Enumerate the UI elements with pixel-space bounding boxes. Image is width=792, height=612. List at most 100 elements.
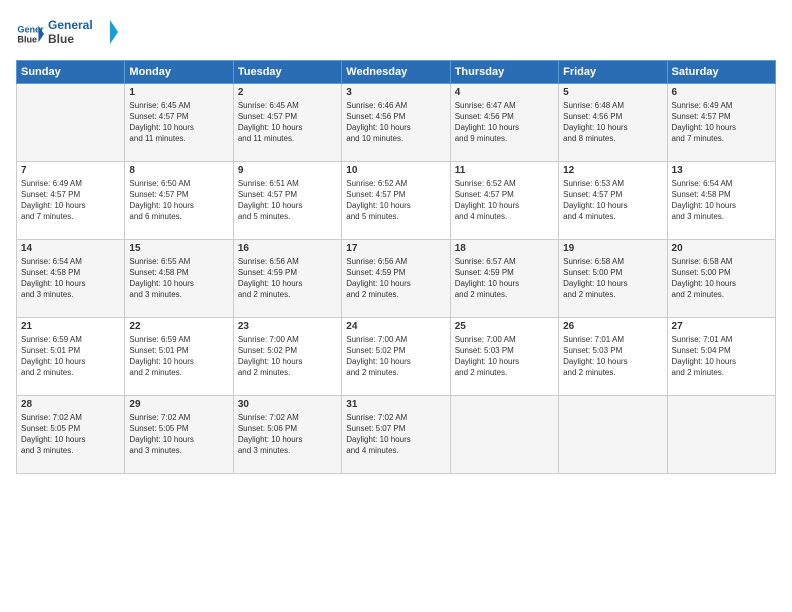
day-cell: [559, 395, 667, 473]
week-row-3: 14 Sunrise: 6:54 AM Sunset: 4:58 PM Dayli…: [17, 239, 776, 317]
day-info: Sunrise: 7:00 AM Sunset: 5:02 PM Dayligh…: [346, 334, 445, 379]
header-row: SundayMondayTuesdayWednesdayThursdayFrid…: [17, 60, 776, 83]
day-number: 15: [129, 243, 228, 254]
day-info: Sunrise: 6:56 AM Sunset: 4:59 PM Dayligh…: [238, 256, 337, 301]
day-cell: 23 Sunrise: 7:00 AM Sunset: 5:02 PM Dayli…: [233, 317, 341, 395]
day-cell: 10Sunrise: 6:52 AM Sunset: 4:57 PM Dayli…: [342, 161, 450, 239]
day-info: Sunrise: 6:45 AM Sunset: 4:57 PM Dayligh…: [238, 100, 337, 145]
day-info: Sunrise: 6:49 AM Sunset: 4:57 PM Dayligh…: [672, 100, 771, 145]
week-row-5: 28 Sunrise: 7:02 AM Sunset: 5:05 PM Dayli…: [17, 395, 776, 473]
day-number: 24: [346, 321, 445, 332]
day-info: Sunrise: 6:52 AM Sunset: 4:57 PM Dayligh…: [346, 178, 445, 223]
day-cell: 12Sunrise: 6:53 AM Sunset: 4:57 PM Dayli…: [559, 161, 667, 239]
day-number: 22: [129, 321, 228, 332]
day-info: Sunrise: 7:00 AM Sunset: 5:03 PM Dayligh…: [455, 334, 554, 379]
day-cell: 27Sunrise: 7:01 AM Sunset: 5:04 PM Dayli…: [667, 317, 775, 395]
day-info: Sunrise: 7:02 AM Sunset: 5:05 PM Dayligh…: [129, 412, 228, 457]
day-number: 18: [455, 243, 554, 254]
day-info: Sunrise: 6:54 AM Sunset: 4:58 PM Dayligh…: [21, 256, 120, 301]
day-number: 9: [238, 165, 337, 176]
day-number: 30: [238, 399, 337, 410]
page-container: General Blue General Blue SundayMondayTu…: [0, 0, 792, 482]
day-info: Sunrise: 6:45 AM Sunset: 4:57 PM Dayligh…: [129, 100, 228, 145]
day-number: 17: [346, 243, 445, 254]
day-info: Sunrise: 6:55 AM Sunset: 4:58 PM Dayligh…: [129, 256, 228, 301]
svg-text:General: General: [48, 18, 93, 32]
day-cell: [450, 395, 558, 473]
day-number: 25: [455, 321, 554, 332]
day-number: 6: [672, 87, 771, 98]
day-cell: 4 Sunrise: 6:47 AM Sunset: 4:56 PM Daylig…: [450, 83, 558, 161]
day-info: Sunrise: 7:01 AM Sunset: 5:03 PM Dayligh…: [563, 334, 662, 379]
week-row-2: 7 Sunrise: 6:49 AM Sunset: 4:57 PM Daylig…: [17, 161, 776, 239]
day-number: 8: [129, 165, 228, 176]
day-number: 29: [129, 399, 228, 410]
day-cell: 24 Sunrise: 7:00 AM Sunset: 5:02 PM Dayli…: [342, 317, 450, 395]
day-number: 2: [238, 87, 337, 98]
day-cell: 8 Sunrise: 6:50 AM Sunset: 4:57 PM Daylig…: [125, 161, 233, 239]
day-cell: 16Sunrise: 6:56 AM Sunset: 4:59 PM Dayli…: [233, 239, 341, 317]
day-number: 3: [346, 87, 445, 98]
week-row-4: 21 Sunrise: 6:59 AM Sunset: 5:01 PM Dayli…: [17, 317, 776, 395]
day-info: Sunrise: 6:59 AM Sunset: 5:01 PM Dayligh…: [129, 334, 228, 379]
day-cell: 2 Sunrise: 6:45 AM Sunset: 4:57 PM Daylig…: [233, 83, 341, 161]
day-cell: 19 Sunrise: 6:58 AM Sunset: 5:00 PM Dayli…: [559, 239, 667, 317]
day-info: Sunrise: 6:48 AM Sunset: 4:56 PM Dayligh…: [563, 100, 662, 145]
day-number: 1: [129, 87, 228, 98]
day-cell: 17Sunrise: 6:56 AM Sunset: 4:59 PM Dayli…: [342, 239, 450, 317]
day-cell: 31 Sunrise: 7:02 AM Sunset: 5:07 PM Dayli…: [342, 395, 450, 473]
day-cell: 18 Sunrise: 6:57 AM Sunset: 4:59 PM Dayli…: [450, 239, 558, 317]
day-number: 11: [455, 165, 554, 176]
day-cell: 15 Sunrise: 6:55 AM Sunset: 4:58 PM Dayli…: [125, 239, 233, 317]
day-cell: 20 Sunrise: 6:58 AM Sunset: 5:00 PM Dayli…: [667, 239, 775, 317]
day-number: 20: [672, 243, 771, 254]
day-cell: 7 Sunrise: 6:49 AM Sunset: 4:57 PM Daylig…: [17, 161, 125, 239]
day-cell: 11 Sunrise: 6:52 AM Sunset: 4:57 PM Dayli…: [450, 161, 558, 239]
col-header-monday: Monday: [125, 60, 233, 83]
logo: General Blue General Blue: [16, 16, 118, 52]
day-number: 21: [21, 321, 120, 332]
day-info: Sunrise: 6:47 AM Sunset: 4:56 PM Dayligh…: [455, 100, 554, 145]
day-number: 12: [563, 165, 662, 176]
day-number: 14: [21, 243, 120, 254]
day-number: 28: [21, 399, 120, 410]
day-cell: [17, 83, 125, 161]
day-info: Sunrise: 6:59 AM Sunset: 5:01 PM Dayligh…: [21, 334, 120, 379]
day-info: Sunrise: 7:00 AM Sunset: 5:02 PM Dayligh…: [238, 334, 337, 379]
day-info: Sunrise: 6:58 AM Sunset: 5:00 PM Dayligh…: [563, 256, 662, 301]
svg-text:Blue: Blue: [17, 34, 37, 44]
week-row-1: 1 Sunrise: 6:45 AM Sunset: 4:57 PM Daylig…: [17, 83, 776, 161]
logo-icon: General Blue: [16, 20, 44, 48]
day-cell: 6 Sunrise: 6:49 AM Sunset: 4:57 PM Daylig…: [667, 83, 775, 161]
day-info: Sunrise: 7:02 AM Sunset: 5:07 PM Dayligh…: [346, 412, 445, 457]
day-info: Sunrise: 6:50 AM Sunset: 4:57 PM Dayligh…: [129, 178, 228, 223]
day-info: Sunrise: 6:49 AM Sunset: 4:57 PM Dayligh…: [21, 178, 120, 223]
day-number: 4: [455, 87, 554, 98]
day-info: Sunrise: 7:01 AM Sunset: 5:04 PM Dayligh…: [672, 334, 771, 379]
day-info: Sunrise: 6:52 AM Sunset: 4:57 PM Dayligh…: [455, 178, 554, 223]
day-cell: 28Sunrise: 7:02 AM Sunset: 5:05 PM Dayli…: [17, 395, 125, 473]
day-cell: 29 Sunrise: 7:02 AM Sunset: 5:05 PM Dayli…: [125, 395, 233, 473]
day-number: 26: [563, 321, 662, 332]
day-cell: 1 Sunrise: 6:45 AM Sunset: 4:57 PM Daylig…: [125, 83, 233, 161]
logo-text: General Blue: [48, 16, 118, 52]
day-cell: [667, 395, 775, 473]
day-info: Sunrise: 6:57 AM Sunset: 4:59 PM Dayligh…: [455, 256, 554, 301]
day-number: 31: [346, 399, 445, 410]
day-number: 5: [563, 87, 662, 98]
day-number: 23: [238, 321, 337, 332]
day-cell: 25 Sunrise: 7:00 AM Sunset: 5:03 PM Dayli…: [450, 317, 558, 395]
svg-text:Blue: Blue: [48, 32, 74, 46]
col-header-sunday: Sunday: [17, 60, 125, 83]
day-cell: 21 Sunrise: 6:59 AM Sunset: 5:01 PM Dayli…: [17, 317, 125, 395]
col-header-friday: Friday: [559, 60, 667, 83]
day-info: Sunrise: 7:02 AM Sunset: 5:06 PM Dayligh…: [238, 412, 337, 457]
day-number: 19: [563, 243, 662, 254]
day-number: 7: [21, 165, 120, 176]
day-cell: 14 Sunrise: 6:54 AM Sunset: 4:58 PM Dayli…: [17, 239, 125, 317]
calendar-table: SundayMondayTuesdayWednesdayThursdayFrid…: [16, 60, 776, 474]
day-info: Sunrise: 6:58 AM Sunset: 5:00 PM Dayligh…: [672, 256, 771, 301]
col-header-tuesday: Tuesday: [233, 60, 341, 83]
day-cell: 22 Sunrise: 6:59 AM Sunset: 5:01 PM Dayli…: [125, 317, 233, 395]
header: General Blue General Blue: [16, 16, 776, 52]
